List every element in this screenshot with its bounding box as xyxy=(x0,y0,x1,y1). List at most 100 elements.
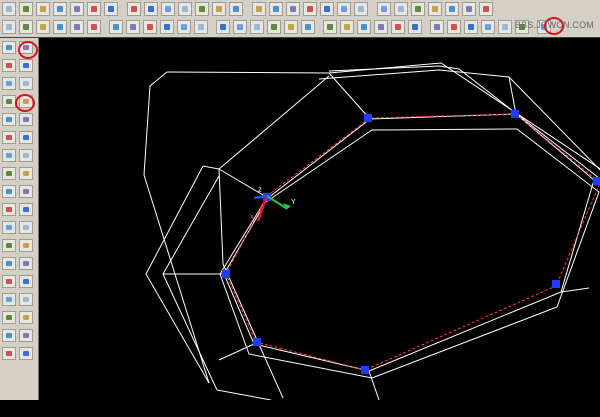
rotate-3d-icon-button[interactable] xyxy=(216,20,230,34)
view-bottom-icon-button[interactable] xyxy=(411,2,425,16)
torus-icon-button[interactable] xyxy=(53,2,67,16)
polygon-icon-button[interactable] xyxy=(2,95,16,108)
wedge-icon-button[interactable] xyxy=(87,2,101,16)
dish-icon-button[interactable] xyxy=(143,20,157,34)
3d-mesh-icon-button[interactable] xyxy=(70,20,84,34)
subtract-icon-button[interactable] xyxy=(212,2,226,16)
union-icon-button[interactable] xyxy=(195,2,209,16)
rectangle-icon-button[interactable] xyxy=(2,113,16,126)
3d-box-icon-button[interactable] xyxy=(87,20,101,34)
dome-icon-button[interactable] xyxy=(126,20,140,34)
fillet-icon-button[interactable] xyxy=(19,275,33,288)
section-icon-button[interactable] xyxy=(161,2,175,16)
table-icon-button[interactable] xyxy=(2,311,16,324)
render-icon-button[interactable] xyxy=(269,2,283,16)
explode-icon-button[interactable] xyxy=(19,293,33,306)
xline-icon-button[interactable] xyxy=(2,59,16,72)
cone-icon-button[interactable] xyxy=(19,2,33,16)
multiline-text-icon-button[interactable] xyxy=(2,329,16,342)
ucs-face-icon-button[interactable] xyxy=(391,20,405,34)
spline-icon-button[interactable] xyxy=(2,185,16,198)
mirror-icon-button[interactable] xyxy=(19,59,33,72)
make-block-icon-button[interactable] xyxy=(2,239,16,252)
ucs-previous-icon-button[interactable] xyxy=(374,20,388,34)
camera-icon-button[interactable] xyxy=(479,2,493,16)
polyline-icon-button[interactable] xyxy=(2,77,16,90)
view-front-icon-button[interactable] xyxy=(320,2,334,16)
ucs-object-icon-button[interactable] xyxy=(408,20,422,34)
text-tool-glyph[interactable]: A xyxy=(2,406,9,417)
move-icon-button[interactable] xyxy=(19,113,33,126)
ellipse-icon-button[interactable] xyxy=(2,203,16,216)
break-icon-button[interactable] xyxy=(19,221,33,234)
line-icon-button[interactable] xyxy=(2,41,16,54)
circle-icon-button[interactable] xyxy=(2,149,16,162)
vertex-grip[interactable] xyxy=(364,114,372,122)
ellipse-icon-button[interactable] xyxy=(19,20,33,34)
intersect-icon-button[interactable] xyxy=(229,2,243,16)
offset-icon-button[interactable] xyxy=(19,77,33,90)
arc-icon-button[interactable] xyxy=(2,131,16,144)
sphere-icon-button[interactable] xyxy=(2,2,16,16)
material-icon-button[interactable] xyxy=(303,2,317,16)
extrude-icon-button[interactable] xyxy=(127,2,141,16)
drawing-viewport[interactable]: Y Z X xyxy=(39,38,600,401)
edge-icon-button[interactable] xyxy=(160,20,174,34)
erase-icon-button[interactable] xyxy=(2,347,16,360)
ring-icon-button[interactable] xyxy=(2,20,16,34)
shade-icon-button[interactable] xyxy=(428,2,442,16)
3d-view-icon-button[interactable] xyxy=(462,2,476,16)
join-icon-button[interactable] xyxy=(19,239,33,252)
ucs-x-icon-button[interactable] xyxy=(498,20,512,34)
ucs-view-icon-button[interactable] xyxy=(430,20,444,34)
solprof-icon-button[interactable] xyxy=(323,20,337,34)
edit-polyline-icon-button[interactable] xyxy=(19,311,33,324)
vertex-grip[interactable] xyxy=(361,366,369,374)
match-properties-icon-button[interactable] xyxy=(19,347,33,360)
ucs-origin-icon-button[interactable] xyxy=(447,20,461,34)
chamfer-icon-button[interactable] xyxy=(19,257,33,270)
mirror-3d-icon-button[interactable] xyxy=(194,20,208,34)
array-3d-icon-button[interactable] xyxy=(267,20,281,34)
properties-icon-button[interactable] xyxy=(19,329,33,342)
3d-face-icon-button[interactable] xyxy=(53,20,67,34)
cylinder-icon-button[interactable] xyxy=(36,2,50,16)
point-icon-button[interactable] xyxy=(2,257,16,270)
array-icon-button[interactable] xyxy=(19,95,33,108)
region-icon-button[interactable] xyxy=(2,293,16,306)
copy-icon-button[interactable] xyxy=(19,41,33,54)
hatch-icon-button[interactable] xyxy=(2,275,16,288)
box-icon-button[interactable] xyxy=(70,2,84,16)
trim-icon-button[interactable] xyxy=(19,185,33,198)
ucs-icon-button[interactable] xyxy=(340,20,354,34)
view-left-icon-button[interactable] xyxy=(354,2,368,16)
revcloud-icon-button[interactable] xyxy=(2,167,16,180)
stretch-icon-button[interactable] xyxy=(19,167,33,180)
extend-icon-button[interactable] xyxy=(19,203,33,216)
align-icon-button[interactable] xyxy=(233,20,247,34)
revolve-icon-button[interactable] xyxy=(104,2,118,16)
soldraw-icon-button[interactable] xyxy=(301,20,315,34)
view-top-icon-button[interactable] xyxy=(394,2,408,16)
pyramid-icon-button[interactable] xyxy=(109,20,123,34)
view-back-icon-button[interactable] xyxy=(337,2,351,16)
ucs-world-icon-button[interactable] xyxy=(357,20,371,34)
vertex-grip[interactable] xyxy=(253,338,261,346)
rotate-icon-button[interactable] xyxy=(19,131,33,144)
solid-edit-icon-button[interactable] xyxy=(252,2,266,16)
insert-block-icon-button[interactable] xyxy=(2,221,16,234)
vertex-grip[interactable] xyxy=(552,280,560,288)
align-3d-icon-button[interactable] xyxy=(250,20,264,34)
orbit-icon-button[interactable] xyxy=(445,2,459,16)
copy-3d-icon-button[interactable] xyxy=(177,20,191,34)
vertex-grip[interactable] xyxy=(222,270,230,278)
donut-icon-button[interactable] xyxy=(36,20,50,34)
scale-icon-button[interactable] xyxy=(19,149,33,162)
vertex-grip[interactable] xyxy=(593,177,600,185)
interfere-icon-button[interactable] xyxy=(178,2,192,16)
slice-icon-button[interactable] xyxy=(144,2,158,16)
vertex-grip[interactable] xyxy=(511,110,519,118)
view-right-icon-button[interactable] xyxy=(377,2,391,16)
ucs-3point-icon-button[interactable] xyxy=(481,20,495,34)
light-icon-button[interactable] xyxy=(286,2,300,16)
